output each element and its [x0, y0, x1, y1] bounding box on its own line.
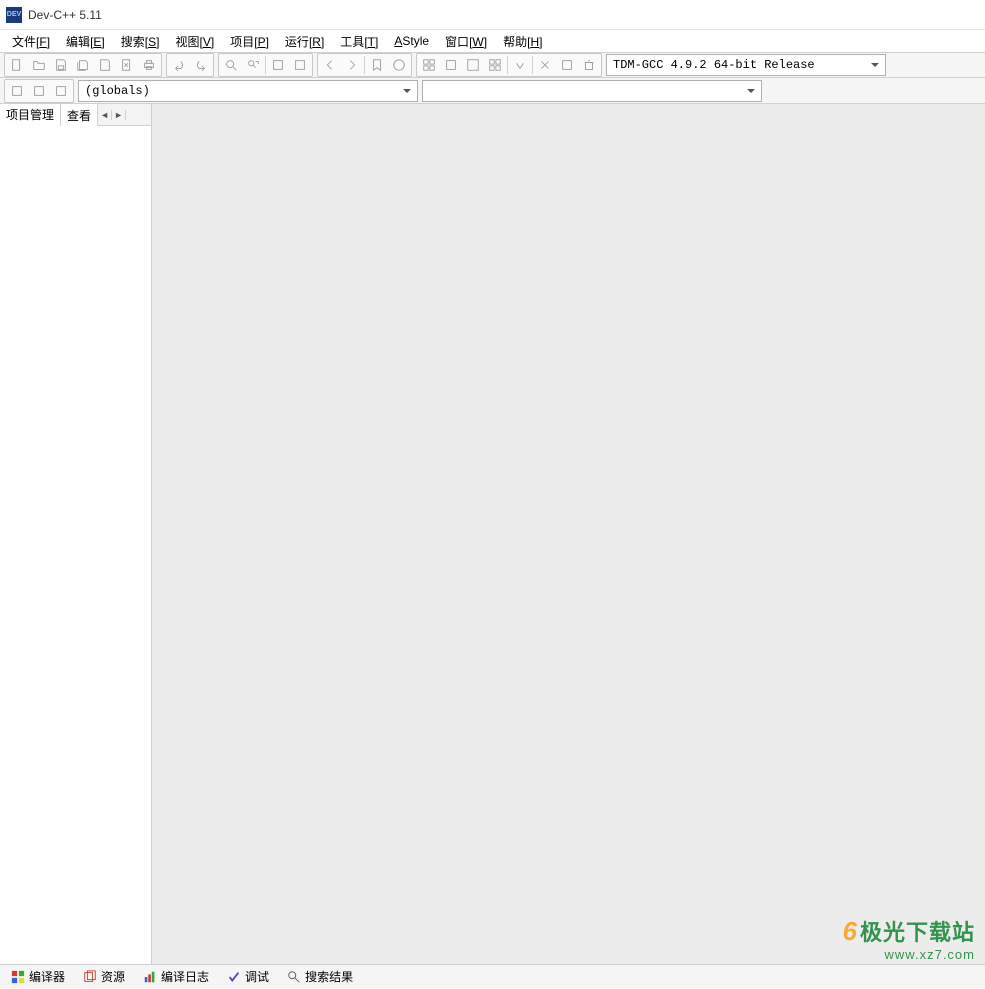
undo-icon[interactable] — [168, 55, 190, 75]
insert-icon[interactable] — [28, 81, 50, 101]
app-icon: DEV — [6, 7, 22, 23]
menu-run[interactable]: 运行[R] — [277, 30, 332, 53]
delete-profile-icon[interactable] — [578, 55, 600, 75]
find-icon[interactable] — [220, 55, 242, 75]
goto-bookmark-icon[interactable] — [388, 55, 410, 75]
debug-icon[interactable] — [509, 55, 531, 75]
tab-resources-label: 资源 — [101, 968, 125, 985]
find-next-icon[interactable] — [267, 55, 289, 75]
sidebar-tab-classes[interactable]: 查看 — [61, 104, 98, 127]
rebuild-all-icon[interactable] — [484, 55, 506, 75]
sidebar: 项目管理 查看 ◄ ► — [0, 104, 152, 964]
resource-icon — [83, 970, 97, 984]
menu-tools[interactable]: 工具[T] — [332, 30, 386, 53]
sidebar-tab-project[interactable]: 项目管理 — [0, 104, 61, 126]
sidebar-scroll-right-icon[interactable]: ► — [112, 110, 126, 120]
tab-compiler-label: 编译器 — [29, 968, 65, 985]
compiler-dropdown[interactable]: TDM-GCC 4.9.2 64-bit Release — [606, 54, 886, 76]
save-as-icon[interactable] — [94, 55, 116, 75]
menubar: 文件[F] 编辑[E] 搜索[S] 视图[V] 项目[P] 运行[R] 工具[T… — [0, 30, 985, 52]
run-icon[interactable] — [440, 55, 462, 75]
menu-file[interactable]: 文件[F] — [4, 30, 58, 53]
menu-view[interactable]: 视图[V] — [167, 30, 222, 53]
compiler-icon — [11, 970, 25, 984]
toolbar-classes: (globals) — [0, 78, 985, 104]
window-title: Dev-C++ 5.11 — [28, 8, 102, 22]
compile-run-icon[interactable] — [462, 55, 484, 75]
main-area: 项目管理 查看 ◄ ► — [0, 104, 985, 964]
globals-dropdown[interactable]: (globals) — [78, 80, 418, 102]
stop-icon[interactable] — [534, 55, 556, 75]
tab-search-results[interactable]: 搜索结果 — [278, 964, 362, 989]
goto-line-icon[interactable] — [289, 55, 311, 75]
menu-edit[interactable]: 编辑[E] — [58, 30, 113, 53]
save-icon[interactable] — [50, 55, 72, 75]
replace-icon[interactable] — [242, 55, 264, 75]
menu-project[interactable]: 项目[P] — [222, 30, 277, 53]
tab-compile-log[interactable]: 编译日志 — [134, 964, 218, 989]
titlebar: DEV Dev-C++ 5.11 — [0, 0, 985, 30]
tab-debug[interactable]: 调试 — [218, 964, 278, 989]
new-file-icon[interactable] — [6, 55, 28, 75]
nav-forward-icon[interactable] — [341, 55, 363, 75]
toolbar-main: TDM-GCC 4.9.2 64-bit Release — [0, 52, 985, 78]
redo-icon[interactable] — [190, 55, 212, 75]
tab-search-results-label: 搜索结果 — [305, 968, 353, 985]
sidebar-tabs: 项目管理 查看 ◄ ► — [0, 104, 151, 126]
open-icon[interactable] — [28, 55, 50, 75]
menu-help[interactable]: 帮助[H] — [495, 30, 550, 53]
nav-back-icon[interactable] — [319, 55, 341, 75]
tab-compile-log-label: 编译日志 — [161, 968, 209, 985]
profile-icon[interactable] — [556, 55, 578, 75]
members-dropdown[interactable] — [422, 80, 762, 102]
bottom-panel-tabs: 编译器 资源 编译日志 调试 搜索结果 — [0, 964, 985, 988]
close-icon[interactable] — [116, 55, 138, 75]
menu-search[interactable]: 搜索[S] — [113, 30, 168, 53]
tab-compiler[interactable]: 编译器 — [2, 964, 74, 989]
menu-window[interactable]: 窗口[W] — [437, 30, 495, 53]
tab-resources[interactable]: 资源 — [74, 964, 134, 989]
toggle-icon[interactable] — [50, 81, 72, 101]
search-icon — [287, 970, 301, 984]
new-class-icon[interactable] — [6, 81, 28, 101]
bookmark-icon[interactable] — [366, 55, 388, 75]
log-icon — [143, 970, 157, 984]
editor-area[interactable] — [152, 104, 985, 964]
save-all-icon[interactable] — [72, 55, 94, 75]
tab-debug-label: 调试 — [245, 968, 269, 985]
sidebar-scroll-left-icon[interactable]: ◄ — [98, 110, 112, 120]
globals-dropdown-value: (globals) — [85, 84, 150, 98]
project-tree[interactable] — [0, 126, 151, 964]
menu-astyle[interactable]: AStyle — [386, 31, 437, 51]
compile-icon[interactable] — [418, 55, 440, 75]
debug-check-icon — [227, 970, 241, 984]
print-icon[interactable] — [138, 55, 160, 75]
compiler-dropdown-value: TDM-GCC 4.9.2 64-bit Release — [613, 58, 815, 72]
